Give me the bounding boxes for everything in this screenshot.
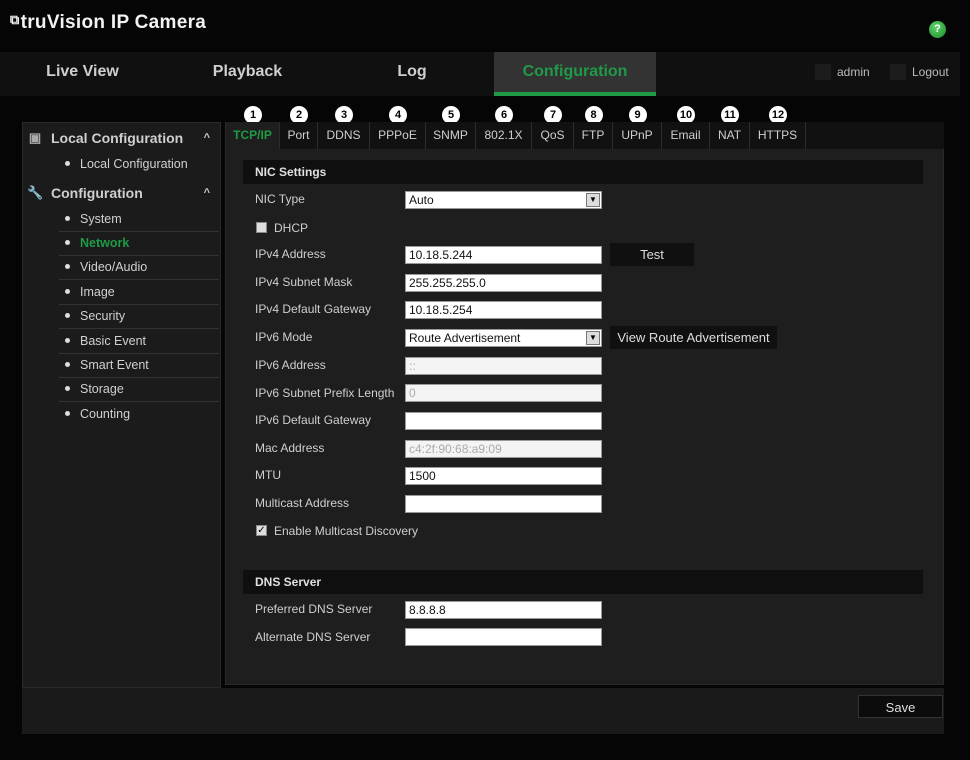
- ipv4-subnet-mask-input[interactable]: 255.255.255.0: [405, 274, 602, 292]
- chevron-up-icon[interactable]: ^: [204, 132, 210, 144]
- view-route-advertisement-button[interactable]: View Route Advertisement: [610, 326, 777, 349]
- sidebar-item-counting[interactable]: Counting: [59, 403, 219, 427]
- ipv4-subnet-mask-label: IPv4 Subnet Mask: [255, 275, 353, 289]
- nic-type-label: NIC Type: [255, 192, 305, 206]
- dropdown-arrow-icon[interactable]: ▼: [586, 331, 600, 345]
- alternate-dns-input[interactable]: [405, 628, 602, 646]
- multicast-discovery-label: Enable Multicast Discovery: [274, 524, 419, 538]
- sidebar-item-basic-event[interactable]: Basic Event: [59, 330, 219, 354]
- multicast-discovery-checkbox[interactable]: ✓: [256, 525, 267, 536]
- ipv6-mode-label: IPv6 Mode: [255, 330, 313, 344]
- ipv6-gateway-label: IPv6 Default Gateway: [255, 413, 372, 427]
- ipv6-mode-select[interactable]: Route Advertisement ▼: [405, 329, 602, 347]
- tab-tcpip[interactable]: TCP/IP: [226, 122, 280, 149]
- ipv6-mode-value: Route Advertisement: [409, 331, 521, 345]
- dns-server-header: DNS Server: [243, 570, 923, 594]
- sidebar-item-security[interactable]: Security: [59, 305, 219, 329]
- tab-nat[interactable]: NAT: [710, 122, 750, 149]
- ipv4-gateway-input[interactable]: 10.18.5.254: [405, 301, 602, 319]
- ipv6-address-input[interactable]: ::: [405, 357, 602, 375]
- monitor-icon: ▣: [28, 130, 42, 145]
- dhcp-label: DHCP: [274, 221, 309, 235]
- username: admin: [837, 65, 870, 79]
- sidebar-item-video-audio[interactable]: Video/Audio: [59, 256, 219, 280]
- tab-8021x[interactable]: 802.1X: [476, 122, 532, 149]
- user-icon: [815, 64, 831, 80]
- help-icon[interactable]: ?: [929, 21, 946, 38]
- sidebar-section-local-configuration[interactable]: ▣ Local Configuration ^: [23, 125, 220, 151]
- test-button[interactable]: Test: [610, 243, 694, 266]
- tab-email[interactable]: Email: [662, 122, 710, 149]
- tab-bar-filler: [806, 122, 944, 149]
- sidebar-item-smart-event[interactable]: Smart Event: [59, 354, 219, 378]
- logo-icon: ⧉: [10, 12, 20, 27]
- app-logo: ⧉truVision IP Camera: [10, 12, 206, 34]
- nic-type-select[interactable]: Auto ▼: [405, 191, 602, 209]
- tab-ddns[interactable]: DDNS: [318, 122, 370, 149]
- ipv4-address-input[interactable]: 10.18.5.244: [405, 246, 602, 264]
- mac-address-input[interactable]: c4:2f:90:68:a9:09: [405, 440, 602, 458]
- main-nav: Live View Playback Log Configuration adm…: [0, 52, 960, 96]
- tab-port[interactable]: Port: [280, 122, 318, 149]
- sidebar-section-configuration[interactable]: 🔧 Configuration ^: [23, 180, 220, 206]
- multicast-address-input[interactable]: [405, 495, 602, 513]
- chevron-up-icon[interactable]: ^: [204, 187, 210, 199]
- mtu-input[interactable]: 1500: [405, 467, 602, 485]
- mac-address-label: Mac Address: [255, 441, 325, 455]
- preferred-dns-label: Preferred DNS Server: [255, 602, 373, 616]
- ipv6-gateway-input[interactable]: [405, 412, 602, 430]
- sidebar-item-system[interactable]: System: [59, 208, 219, 232]
- ipv6-prefix-label: IPv6 Subnet Prefix Length: [255, 386, 395, 400]
- dropdown-arrow-icon[interactable]: ▼: [586, 193, 600, 207]
- ipv4-address-label: IPv4 Address: [255, 247, 326, 261]
- logout-button[interactable]: Logout: [890, 64, 949, 80]
- wrench-icon: 🔧: [27, 185, 44, 200]
- sidebar-item-image[interactable]: Image: [59, 281, 219, 305]
- user-menu[interactable]: admin: [815, 64, 870, 80]
- alternate-dns-label: Alternate DNS Server: [255, 630, 371, 644]
- nav-playback[interactable]: Playback: [165, 52, 330, 96]
- ipv4-gateway-label: IPv4 Default Gateway: [255, 302, 372, 316]
- sidebar-item-local-configuration[interactable]: Local Configuration: [59, 153, 219, 177]
- nav-configuration[interactable]: Configuration: [494, 52, 656, 96]
- dhcp-checkbox[interactable]: [256, 222, 267, 233]
- logout-label: Logout: [912, 65, 949, 79]
- tab-pppoe[interactable]: PPPoE: [370, 122, 426, 149]
- preferred-dns-input[interactable]: 8.8.8.8: [405, 601, 602, 619]
- ipv6-prefix-input[interactable]: 0: [405, 384, 602, 402]
- sidebar-item-network[interactable]: Network: [59, 232, 219, 256]
- nav-live-view[interactable]: Live View: [0, 52, 165, 96]
- section-label: Configuration: [51, 185, 143, 201]
- sidebar-item-storage[interactable]: Storage: [59, 378, 219, 402]
- tab-upnp[interactable]: UPnP: [613, 122, 662, 149]
- nic-settings-header: NIC Settings: [243, 160, 923, 184]
- tab-qos[interactable]: QoS: [532, 122, 574, 149]
- tab-snmp[interactable]: SNMP: [426, 122, 476, 149]
- ipv6-address-label: IPv6 Address: [255, 358, 326, 372]
- nic-type-value: Auto: [409, 193, 434, 207]
- mtu-label: MTU: [255, 468, 281, 482]
- tab-https[interactable]: HTTPS: [750, 122, 806, 149]
- multicast-address-label: Multicast Address: [255, 496, 350, 510]
- sidebar: ▣ Local Configuration ^ Local Configuratio…: [22, 122, 221, 688]
- section-label: Local Configuration: [51, 130, 184, 146]
- nav-log[interactable]: Log: [330, 52, 494, 96]
- footer-bar: [22, 688, 944, 734]
- logout-icon: [890, 64, 906, 80]
- tab-ftp[interactable]: FTP: [574, 122, 613, 149]
- save-button[interactable]: Save: [858, 695, 943, 718]
- app-title: truVision IP Camera: [20, 12, 207, 33]
